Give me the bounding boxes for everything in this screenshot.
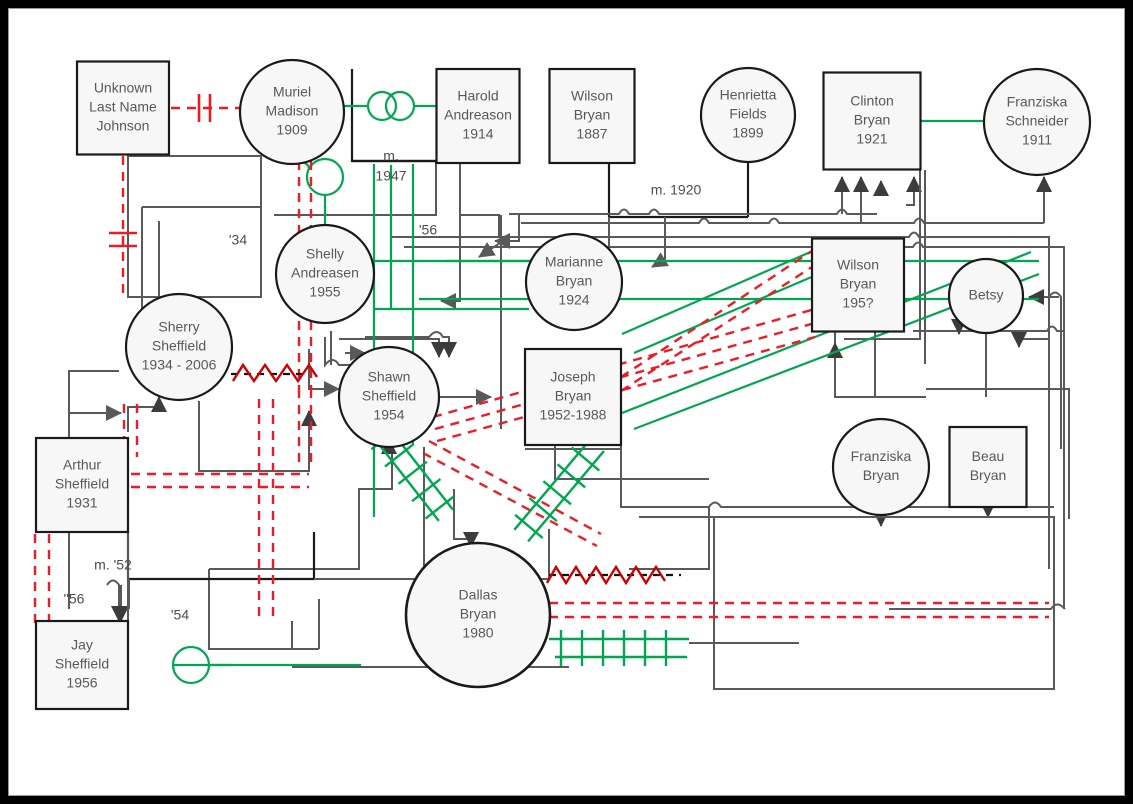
genogram-node-betsy[interactable]: Betsy — [947, 257, 1025, 335]
node-label-line: Jay — [71, 637, 93, 653]
node-label-line: 1914 — [462, 126, 493, 142]
genogram-node-joseph[interactable]: Joseph Bryan 1952-1988 — [523, 347, 623, 447]
genogram-node-muriel[interactable]: Muriel Madison 1909 — [238, 58, 346, 166]
edge-label-m52: m. '52 — [94, 557, 132, 573]
node-label-line: 195? — [842, 295, 873, 311]
nodes-layer[interactable]: Unknown Last Name Johnson Muriel Madison 1909… — [34, 58, 1092, 711]
node-label-line: Arthur — [63, 457, 101, 473]
genogram-node-arthur[interactable]: Arthur Sheffield 1931 — [34, 436, 130, 534]
node-label-line: Bryan — [574, 107, 611, 123]
node-label-line: Bryan — [863, 467, 900, 483]
genogram-node-shelly[interactable]: Shelly Andreasen 1955 — [274, 223, 376, 325]
node-label-line: Clinton — [850, 93, 894, 109]
edge-label-y56a: '56 — [419, 222, 437, 238]
genogram-node-franziskab[interactable]: Franziska Bryan — [831, 417, 931, 517]
node-label-line: 1909 — [276, 122, 307, 138]
node-label-line: Franziska — [1007, 94, 1068, 110]
node-label-line: Shelly — [306, 246, 344, 262]
node-label-line: Dallas — [459, 587, 498, 603]
node-label-line: 1955 — [309, 284, 340, 300]
node-label-line: Bryan — [854, 112, 891, 128]
node-label-line: Bryan — [970, 467, 1007, 483]
edge-label-m1920: m. 1920 — [651, 182, 702, 198]
node-label-line: 1931 — [66, 495, 97, 511]
node-label-line: Bryan — [460, 606, 497, 622]
genogram-canvas[interactable]: Unknown Last Name Johnson Muriel Madison 1909… — [8, 8, 1125, 796]
node-label-line: 1924 — [558, 292, 589, 308]
node-label-line: Henrietta — [720, 87, 777, 103]
node-label-line: Wilson — [837, 257, 879, 273]
genogram-node-henrietta[interactable]: Henrietta Fields 1899 — [699, 66, 797, 164]
genogram-node-harold[interactable]: Harold Andreason 1914 — [435, 67, 521, 165]
edge-label-m1947b: 1947 — [375, 168, 406, 184]
node-label-line: 1956 — [66, 675, 97, 691]
node-label-line: Franziska — [851, 448, 912, 464]
node-label-line: Bryan — [555, 388, 592, 404]
node-label-line: 1921 — [856, 131, 887, 147]
node-label-line: Unknown — [94, 80, 152, 96]
node-label-line: Bryan — [840, 276, 877, 292]
node-label-line: Last Name — [89, 99, 157, 115]
node-label-line: 1887 — [576, 126, 607, 142]
node-label-line: Fields — [729, 106, 766, 122]
node-label-line: Schneider — [1005, 113, 1068, 129]
edge-label-m1947: m. — [383, 148, 399, 164]
node-label-line: Marianne — [545, 254, 604, 270]
genogram-node-beau[interactable]: Beau Bryan — [948, 425, 1028, 509]
genogram-node-sherry[interactable]: Sherry Sheffield 1934 - 2006 — [124, 292, 234, 402]
edge-label-y54: '54 — [171, 607, 189, 623]
genogram-node-shawn[interactable]: Shawn Sheffield 1954 — [337, 345, 441, 449]
node-label-line: Betsy — [968, 287, 1003, 303]
edge-label-y56b: ''56 — [64, 591, 85, 607]
node-label-line: Wilson — [571, 88, 613, 104]
node-label-line: 1934 - 2006 — [142, 357, 217, 373]
genogram-node-clinton[interactable]: Clinton Bryan 1921 — [822, 71, 922, 171]
genogram-node-dallas[interactable]: Dallas Bryan 1980 — [404, 541, 552, 689]
node-label-line: Andreason — [444, 107, 512, 123]
genogram-node-jay[interactable]: Jay Sheffield 1956 — [34, 619, 130, 711]
node-label-line: Bryan — [556, 273, 593, 289]
node-label-line: 1899 — [732, 125, 763, 141]
edge-label-y34: '34 — [229, 232, 247, 248]
node-label-line: Sheffield — [152, 338, 206, 354]
node-label-line: Beau — [972, 448, 1005, 464]
genogram-svg[interactable]: Unknown Last Name Johnson Muriel Madison 1909… — [9, 9, 1125, 796]
node-label-line: Sheffield — [55, 476, 109, 492]
genogram-node-franziskas[interactable]: Franziska Schneider 1911 — [982, 67, 1092, 177]
genogram-node-wilsonsr[interactable]: Wilson Bryan 1887 — [548, 67, 636, 165]
genogram-node-marianne[interactable]: Marianne Bryan 1924 — [524, 232, 624, 332]
node-label-line: Madison — [266, 103, 319, 119]
node-label-line: Shawn — [368, 369, 411, 385]
node-label-line: 1954 — [373, 407, 404, 423]
node-label-line: Sherry — [158, 319, 199, 335]
node-label-line: 1980 — [462, 625, 493, 641]
genogram-node-johnson[interactable]: Unknown Last Name Johnson — [75, 60, 171, 156]
node-label-line: Andreasen — [291, 265, 359, 281]
node-label-line: Sheffield — [362, 388, 416, 404]
node-label-line: Muriel — [273, 84, 311, 100]
node-label-line: Sheffield — [55, 656, 109, 672]
node-label-line: Harold — [457, 88, 498, 104]
node-label-line: Johnson — [97, 118, 150, 134]
genogram-node-wilsonjr[interactable]: Wilson Bryan 195? — [810, 237, 906, 333]
node-label-line: 1952-1988 — [540, 407, 607, 423]
node-label-line: Joseph — [550, 369, 595, 385]
diagram-frame: Unknown Last Name Johnson Muriel Madison 1909… — [0, 0, 1133, 804]
node-label-line: 1911 — [1022, 132, 1052, 148]
